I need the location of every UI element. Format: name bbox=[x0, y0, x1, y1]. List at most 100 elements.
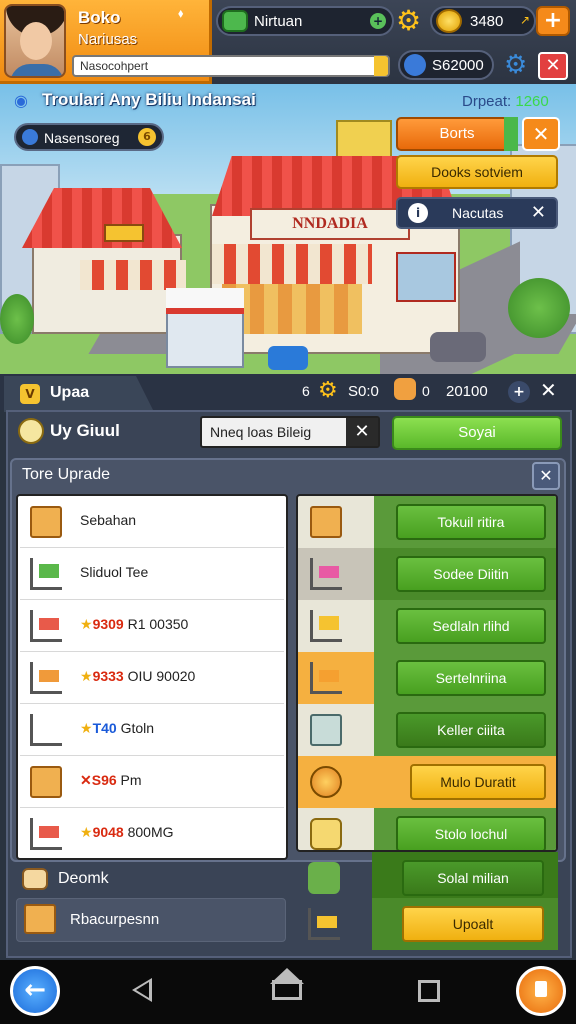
item-prefix: ★ bbox=[80, 668, 93, 684]
stat-value: 20100 bbox=[446, 383, 488, 400]
item-label: Sliduol Tee bbox=[80, 564, 149, 580]
cash-counter[interactable]: Nirtuan + bbox=[216, 6, 394, 36]
info-icon: i bbox=[408, 203, 428, 223]
action-row: Upoalt bbox=[296, 898, 558, 950]
dialog-title: Tore Uprade bbox=[22, 466, 111, 483]
upgrade-action-button[interactable]: Sodee Diitin bbox=[396, 556, 546, 592]
notice-chip[interactable]: i Nacutas ✕ bbox=[396, 197, 558, 229]
boost-indicator bbox=[504, 117, 518, 151]
item-label: 800MG bbox=[123, 824, 174, 840]
nav-home-icon-body[interactable] bbox=[272, 980, 302, 1000]
list-item[interactable]: ★9048 800MG bbox=[20, 808, 284, 858]
pin-icon[interactable]: ⬧ bbox=[178, 6, 183, 21]
cash-icon bbox=[222, 10, 248, 32]
resources-label: Rbacurpesnn bbox=[70, 911, 160, 928]
booster-button[interactable]: Dooks sotviem bbox=[396, 155, 558, 189]
upgrade-item-list: Sebahan Sliduol Tee ★9309 R1 00350 ★9333… bbox=[16, 494, 288, 860]
upgrade-action-button[interactable]: Sedlaln rlihd bbox=[396, 608, 546, 644]
item-label: OIU 90020 bbox=[123, 668, 196, 684]
add-icon[interactable]: + bbox=[508, 381, 530, 403]
item-prefix: ★ bbox=[80, 616, 93, 632]
tree bbox=[0, 294, 34, 344]
cart-icon bbox=[310, 558, 342, 590]
list-item[interactable]: Sliduol Tee bbox=[20, 548, 284, 600]
list-item[interactable]: Sebahan bbox=[20, 496, 284, 548]
panel-tab[interactable]: V Upaa bbox=[4, 376, 154, 412]
action-row: Stolo lochul bbox=[298, 808, 556, 850]
close-button[interactable]: ✕ bbox=[538, 52, 568, 80]
gem-counter[interactable]: S62000 bbox=[398, 50, 494, 80]
gear-icon: ⚙ bbox=[318, 378, 338, 403]
kiosk-roof bbox=[166, 288, 244, 314]
avatar[interactable] bbox=[4, 4, 66, 78]
fridge-icon bbox=[310, 714, 342, 746]
item-highlight: T40 bbox=[92, 720, 117, 736]
store-sign: NNDADIA bbox=[250, 208, 410, 240]
action-row: Sedlaln rlihd bbox=[298, 600, 556, 652]
upgrade-action-button[interactable]: Tokuil ritira bbox=[396, 504, 546, 540]
nav-recents-icon[interactable] bbox=[418, 980, 440, 1002]
coin-bag-icon bbox=[310, 766, 342, 798]
upgrade-action-button[interactable]: Mulo Duratit bbox=[410, 764, 546, 800]
location-chip[interactable]: Nasensoreg 6 bbox=[14, 123, 164, 151]
add-currency-button[interactable]: + bbox=[536, 6, 570, 36]
upgrade-action-button[interactable]: Stolo lochul bbox=[396, 816, 546, 850]
item-highlight: S96 bbox=[91, 772, 117, 788]
list-item[interactable]: ★T40 Gtoln bbox=[20, 704, 284, 756]
item-highlight: 9048 bbox=[92, 824, 124, 840]
score-label: Drpeat: bbox=[462, 93, 512, 110]
tab-label: Upaa bbox=[50, 384, 90, 401]
panel-close-icon[interactable]: ✕ bbox=[540, 378, 557, 402]
menu-button[interactable] bbox=[516, 966, 566, 1016]
cart-icon bbox=[30, 662, 62, 694]
produce-cart-icon bbox=[30, 558, 62, 590]
cart-icon bbox=[308, 908, 340, 940]
box-icon bbox=[24, 904, 56, 934]
upgrade-action-button[interactable]: Keller ciiita bbox=[396, 712, 546, 748]
scene-close-button[interactable]: ✕ bbox=[522, 117, 560, 151]
produce-icon bbox=[308, 862, 340, 894]
cheese-icon bbox=[310, 818, 342, 850]
cart-icon bbox=[310, 662, 342, 694]
upgrade-button[interactable]: Upoalt bbox=[402, 906, 544, 942]
clear-search-button[interactable]: ✕ bbox=[346, 418, 378, 446]
upgrade-action-button[interactable]: Sertelnriina bbox=[396, 660, 546, 696]
coin-value: 3480 bbox=[470, 13, 504, 30]
list-item[interactable]: ★9333 OIU 90020 bbox=[20, 652, 284, 704]
close-icon[interactable]: ✕ bbox=[531, 202, 546, 223]
shop-sign bbox=[104, 224, 144, 242]
dialog-close-button[interactable]: ✕ bbox=[532, 462, 560, 490]
sell-button[interactable]: Solal milian bbox=[402, 860, 544, 896]
save-button[interactable]: Soyai bbox=[392, 416, 562, 450]
settings-gear-icon[interactable]: ⚙ bbox=[504, 50, 527, 80]
stat-bag-value: 0 bbox=[422, 383, 430, 399]
cart-icon bbox=[30, 714, 62, 746]
action-row: Sodee Diitin bbox=[298, 548, 556, 600]
item-prefix: ★ bbox=[80, 824, 93, 840]
coin-counter[interactable]: 3480 ↗ bbox=[430, 6, 536, 36]
deck-icon bbox=[22, 868, 48, 890]
tree bbox=[508, 278, 570, 338]
box-icon bbox=[30, 766, 62, 798]
store-awning bbox=[212, 244, 372, 284]
list-item[interactable]: ✕S96 Pm bbox=[20, 756, 284, 808]
gear-icon[interactable]: ⚙ bbox=[396, 6, 426, 36]
upgrade-action-list: Tokuil ritira Sodee Diitin Sedlaln rlihd… bbox=[296, 494, 558, 852]
back-arrow-icon[interactable]: ← bbox=[10, 966, 60, 1016]
nav-back-icon-inner bbox=[136, 982, 149, 998]
item-label: Sebahan bbox=[80, 512, 137, 528]
category-label: Uy Giuul bbox=[50, 421, 120, 440]
item-prefix: ★ bbox=[80, 720, 93, 736]
action-row: Sertelnriina bbox=[298, 652, 556, 704]
location-icon bbox=[22, 129, 38, 145]
coin-stack-icon bbox=[436, 9, 462, 33]
item-label: Gtoln bbox=[116, 720, 155, 736]
gem-icon bbox=[404, 54, 426, 76]
name-input[interactable]: Nasocohpert bbox=[72, 55, 390, 77]
action-row: Keller ciiita bbox=[298, 704, 556, 756]
list-item[interactable]: ★9309 R1 00350 bbox=[20, 600, 284, 652]
add-cash-icon[interactable]: + bbox=[370, 13, 386, 29]
box-icon bbox=[310, 506, 342, 538]
boost-button[interactable]: Borts bbox=[396, 117, 518, 151]
player-name: Boko bbox=[78, 8, 121, 27]
